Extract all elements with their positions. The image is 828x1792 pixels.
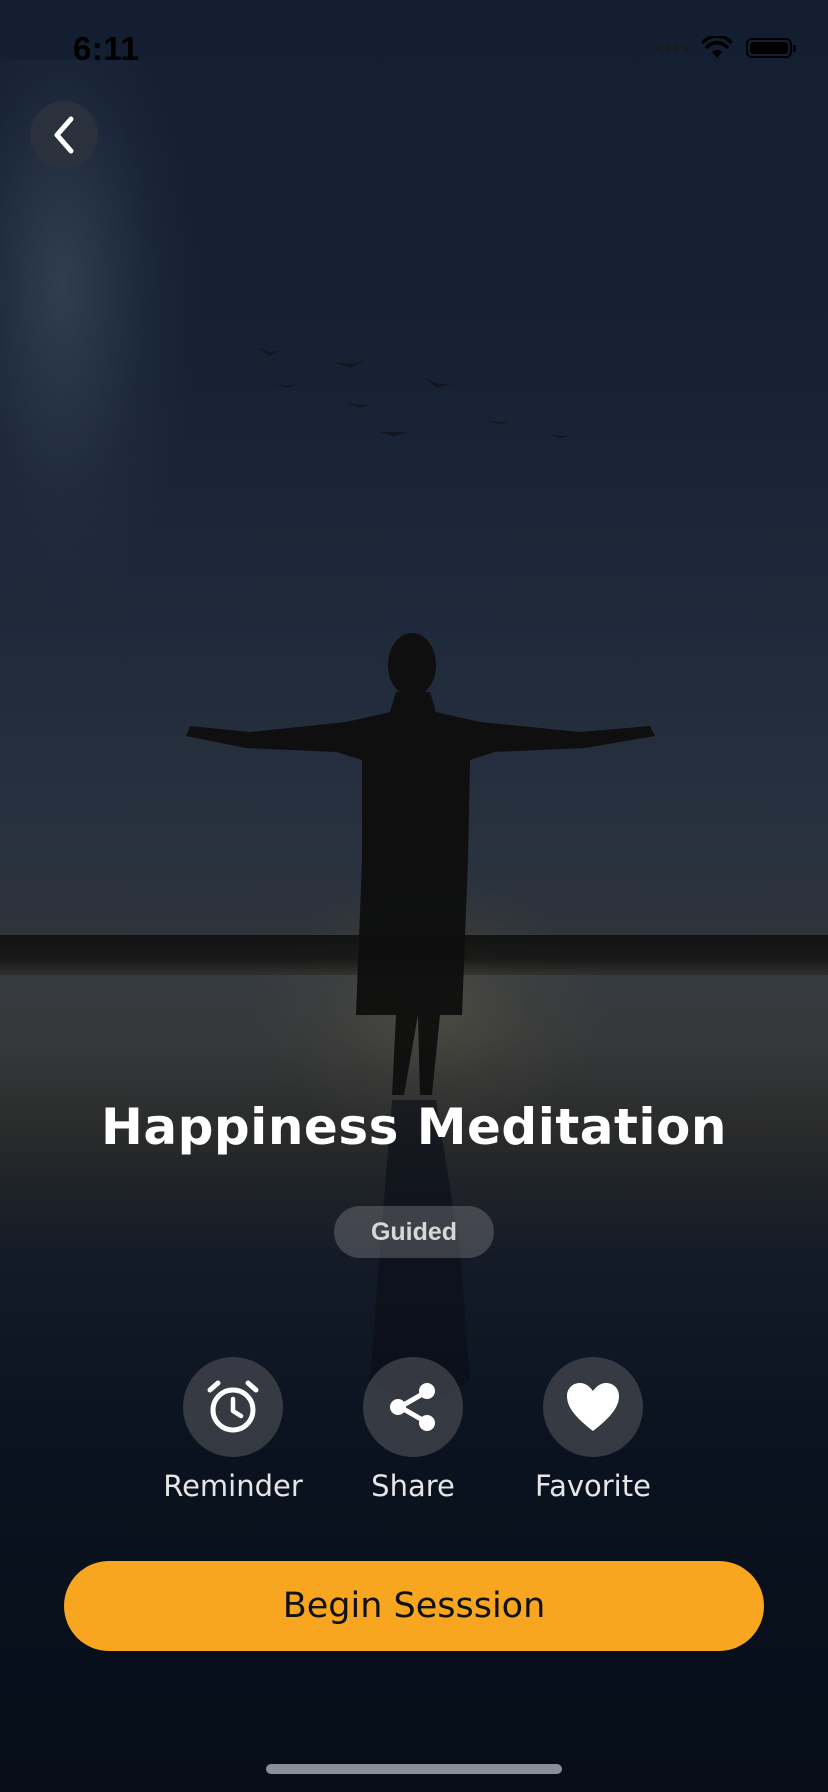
status-bar-indicators — [656, 36, 796, 60]
back-button[interactable] — [30, 101, 98, 169]
favorite-label: Favorite — [535, 1469, 651, 1503]
share-action[interactable]: Share — [323, 1357, 503, 1503]
status-bar-time: 6:11 — [73, 30, 140, 67]
chevron-left-icon — [54, 116, 74, 154]
alarm-clock-icon — [207, 1380, 259, 1433]
battery-icon — [746, 38, 796, 58]
share-button[interactable] — [363, 1357, 463, 1457]
cellular-signal-icon — [656, 45, 688, 51]
reminder-action[interactable]: Reminder — [143, 1357, 323, 1503]
meditation-title: Happiness Meditation — [101, 1098, 727, 1156]
share-icon — [390, 1383, 435, 1431]
home-indicator[interactable] — [266, 1764, 562, 1774]
meditation-detail-screen: 6:11 Happiness Meditation Guided Reminde… — [0, 0, 828, 1792]
reminder-label: Reminder — [163, 1469, 303, 1503]
heart-icon — [567, 1383, 619, 1431]
background-dim-overlay — [0, 0, 828, 1792]
session-type-badge: Guided — [334, 1206, 494, 1258]
share-label: Share — [371, 1469, 455, 1503]
wifi-icon — [702, 36, 732, 58]
reminder-button[interactable] — [183, 1357, 283, 1457]
favorite-action[interactable]: Favorite — [503, 1357, 683, 1503]
begin-session-button[interactable]: Begin Sesssion — [64, 1561, 764, 1651]
favorite-button[interactable] — [543, 1357, 643, 1457]
